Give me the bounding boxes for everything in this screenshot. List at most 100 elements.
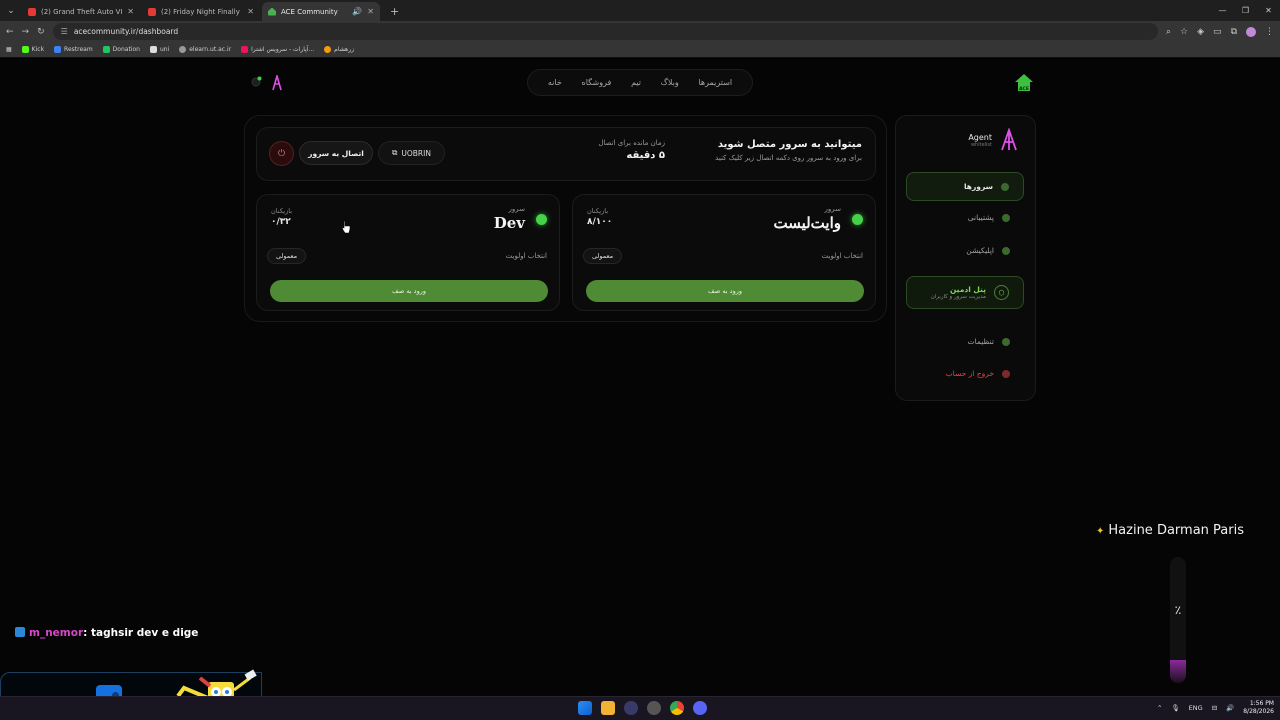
admin-panel-title: پنل ادمین xyxy=(949,285,986,294)
back-icon[interactable]: ← xyxy=(6,27,14,37)
sidebar-item-settings[interactable]: تنظیمات xyxy=(906,337,1024,346)
goal-title-text: Hazine Darman Paris xyxy=(1108,523,1244,538)
servers-panel: میتوانید به سرور متصل شوید برای ورود به … xyxy=(244,115,887,322)
bookmark-item[interactable]: Donation xyxy=(102,46,140,53)
steam-icon[interactable] xyxy=(647,701,661,715)
profile-avatar[interactable] xyxy=(1246,26,1256,37)
server-name: وایت‌لیست xyxy=(773,214,841,232)
tab-title: (2) Friday Night Finally Feels Dif xyxy=(161,7,242,16)
priority-select[interactable]: معمولی xyxy=(267,248,307,264)
players-count: ۰/۳۲ xyxy=(271,217,291,227)
sidebar-item-logout[interactable]: خروج از حساب xyxy=(906,369,1024,378)
bookmark-star-icon[interactable]: ☆ xyxy=(1180,27,1188,37)
taskbar-apps xyxy=(578,701,707,715)
priority-label: انتخاب اولویت xyxy=(821,252,863,260)
extension-icon[interactable]: ◈ xyxy=(1197,27,1204,37)
gear-icon xyxy=(1002,337,1010,346)
chevron-up-icon[interactable]: ⌃ xyxy=(1157,704,1162,712)
app-icon[interactable] xyxy=(624,701,638,715)
donation-icon xyxy=(102,46,110,53)
network-icon[interactable]: ⊟ xyxy=(1212,704,1217,712)
user-status-icon[interactable] xyxy=(250,76,262,88)
mic-icon[interactable]: 🎙 xyxy=(1171,704,1179,712)
kick-chat-icon xyxy=(15,627,25,637)
youtube-icon xyxy=(148,7,156,16)
tab-groups-icon[interactable]: ▭ xyxy=(1213,27,1222,37)
copy-code-button[interactable]: ⧉ UOBRIN xyxy=(378,141,445,165)
server-name: Dev xyxy=(493,214,525,232)
uni-icon xyxy=(149,46,157,53)
status-online-icon xyxy=(536,214,547,225)
avatar-icon[interactable] xyxy=(270,75,284,91)
sidebar-item-label: پشتیبانی xyxy=(967,213,994,222)
ace-logo-icon[interactable]: ACE xyxy=(1014,73,1034,93)
server-label: سرور xyxy=(824,205,842,213)
browser-tab[interactable]: (2) Friday Night Finally Feels Dif ✕ xyxy=(142,2,260,21)
puzzle-icon[interactable]: ⧉ xyxy=(1231,27,1237,37)
volume-icon[interactable]: 🔊 xyxy=(1226,704,1234,712)
disconnect-icon[interactable]: ⏻ xyxy=(269,141,294,166)
nav-team[interactable]: تیم xyxy=(631,78,641,87)
bookmark-item[interactable]: زرهشام xyxy=(324,46,354,53)
forward-icon[interactable]: → xyxy=(22,27,30,37)
connect-server-button[interactable]: اتصال به سرور xyxy=(299,141,373,165)
agent-avatar-icon xyxy=(1001,128,1017,151)
browser-tab-active[interactable]: ACE Community 🔊 ✕ xyxy=(262,2,380,21)
connect-title: میتوانید به سرور متصل شوید xyxy=(717,139,862,150)
join-queue-button[interactable]: ورود به صف xyxy=(586,280,864,302)
sidebar-item-admin-panel[interactable]: پنل ادمین مدیریت سرور و کاربران ⬡ xyxy=(906,276,1024,309)
status-online-icon xyxy=(852,214,863,225)
menu-icon[interactable]: ⋮ xyxy=(1265,27,1274,37)
chrome-icon[interactable] xyxy=(670,701,684,715)
bookmark-item[interactable]: آپارات - سرویس اشترا... xyxy=(241,46,314,53)
nav-streamers[interactable]: استریمرها xyxy=(698,78,732,87)
bookmark-item[interactable]: Kick xyxy=(21,46,44,53)
speaker-icon[interactable]: 🔊 xyxy=(352,7,362,16)
aparat-icon xyxy=(241,46,249,53)
ace-favicon-icon xyxy=(268,7,276,16)
file-explorer-icon[interactable] xyxy=(601,701,615,715)
close-icon[interactable]: ✕ xyxy=(247,7,254,16)
bookmark-item[interactable]: uni xyxy=(149,46,170,53)
sidebar-item-label: سرورها xyxy=(963,182,993,191)
nav-home[interactable]: خانه xyxy=(548,78,562,87)
close-icon[interactable]: ✕ xyxy=(367,7,374,16)
reload-icon[interactable]: ↻ xyxy=(37,27,45,37)
priority-select[interactable]: معمولی xyxy=(583,248,623,264)
language-indicator[interactable]: ENG xyxy=(1189,704,1203,712)
svg-text:ACE: ACE xyxy=(1019,86,1029,92)
minimize-icon[interactable]: — xyxy=(1211,6,1234,15)
connect-text: میتوانید به سرور متصل شوید برای ورود به … xyxy=(715,139,862,162)
bookmark-item[interactable]: elearn.ut.ac.ir xyxy=(179,46,231,53)
apps-icon[interactable]: ▦ xyxy=(6,46,12,53)
maximize-icon[interactable]: ❐ xyxy=(1234,6,1257,15)
players-count: ۸/۱۰۰ xyxy=(587,217,613,227)
bookmarks-bar: ▦ Kick Restream Donation uni elearn.ut.a… xyxy=(0,42,1280,58)
bookmark-label: uni xyxy=(159,46,170,53)
sidebar-item-support[interactable]: پشتیبانی xyxy=(906,213,1024,222)
hand-cursor-icon xyxy=(341,220,351,234)
close-window-icon[interactable]: ✕ xyxy=(1257,6,1280,15)
windows-start-icon[interactable] xyxy=(578,701,592,715)
browser-tab[interactable]: (2) Grand Theft Auto VI: An Ent ✕ xyxy=(22,2,140,21)
sidebar-item-application[interactable]: اپلیکیشن xyxy=(906,246,1024,255)
address-bar[interactable]: ☰ acecommunity.ir/dashboard xyxy=(52,23,1158,40)
server-icon xyxy=(1001,182,1009,191)
new-tab-button[interactable]: + xyxy=(382,5,407,21)
support-icon xyxy=(1002,213,1010,222)
site-info-icon[interactable]: ☰ xyxy=(61,27,68,36)
discord-icon[interactable] xyxy=(693,701,707,715)
bookmark-item[interactable]: Restream xyxy=(54,46,93,53)
sidebar-item-label: تنظیمات xyxy=(967,337,994,346)
sidebar-item-servers[interactable]: سرورها xyxy=(906,172,1024,201)
tab-title: (2) Grand Theft Auto VI: An Ent xyxy=(41,7,122,16)
taskbar-clock[interactable]: 1:56 PM 8/28/2026 xyxy=(1243,700,1274,716)
join-queue-button[interactable]: ورود به صف xyxy=(270,280,548,302)
tab-search-icon[interactable]: ⌄ xyxy=(0,0,22,21)
close-icon[interactable]: ✕ xyxy=(127,7,134,16)
donation-goal-fill xyxy=(1170,660,1186,683)
zoom-icon[interactable]: ⌕ xyxy=(1166,27,1171,37)
nav-shop[interactable]: فروشگاه xyxy=(582,78,612,87)
sidebar: Agent whitelist سرورها پشتیبانی اپلیکیشن… xyxy=(895,115,1036,401)
nav-blog[interactable]: وبلاگ xyxy=(661,78,679,87)
